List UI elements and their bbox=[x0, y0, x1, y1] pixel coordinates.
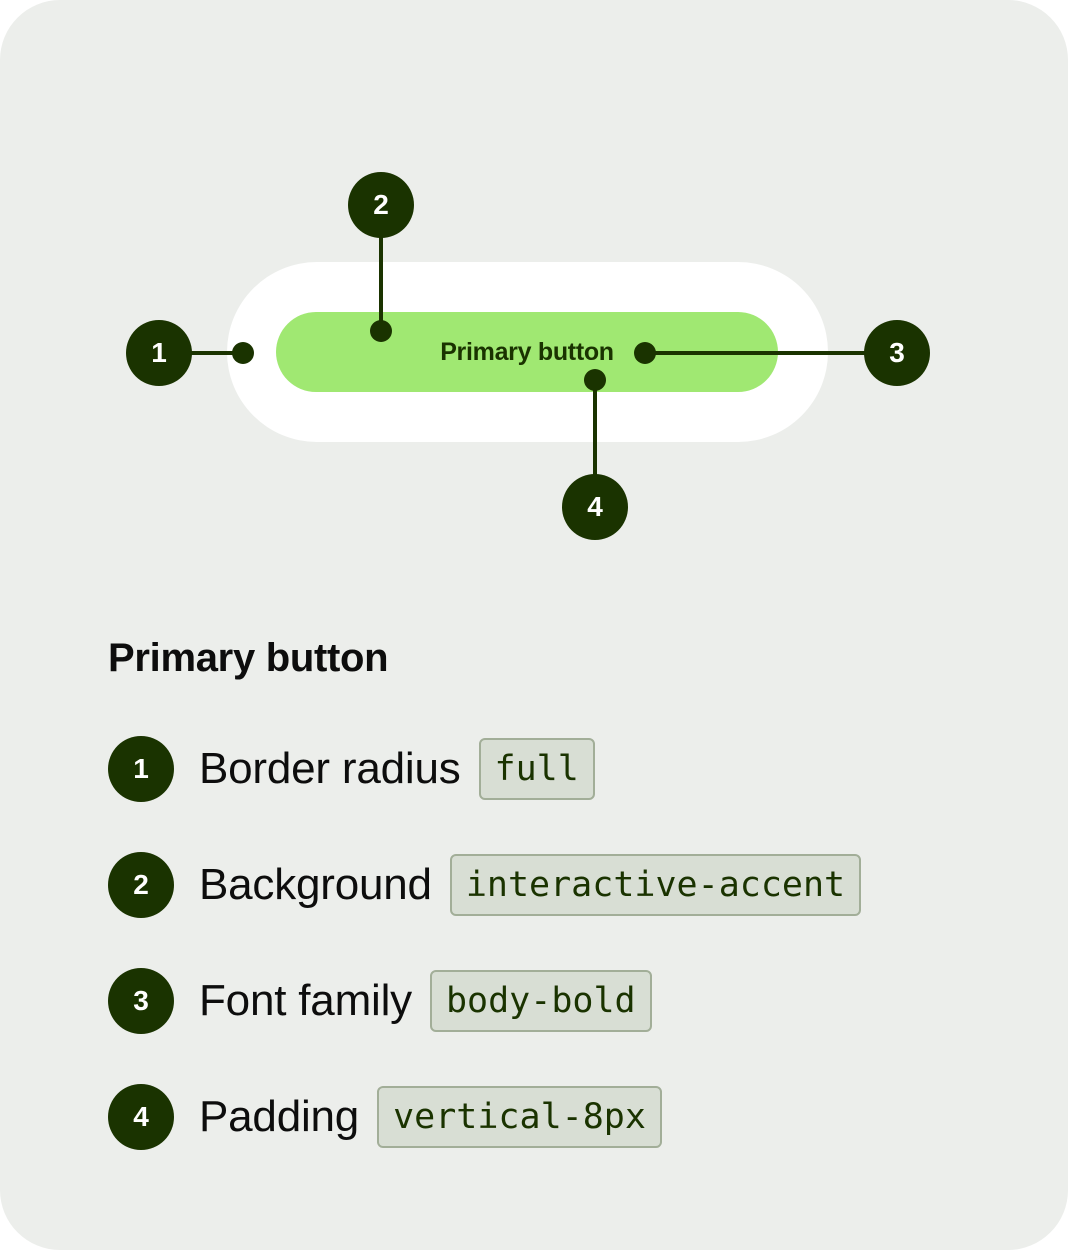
legend-item-label: Font family bbox=[199, 976, 412, 1025]
legend-number-badge: 4 bbox=[108, 1084, 174, 1150]
marker-number-3: 3 bbox=[889, 337, 905, 368]
token-chip: interactive-accent bbox=[449, 854, 862, 916]
spec-card bbox=[0, 0, 1068, 1250]
legend-item: 1 Border radius full bbox=[108, 736, 595, 802]
legend-number-badge: 3 bbox=[108, 968, 174, 1034]
legend-item: 2 Background interactive-accent bbox=[108, 852, 862, 918]
token-chip: vertical-8px bbox=[377, 1086, 662, 1148]
token-chip: body-bold bbox=[429, 970, 652, 1032]
primary-button-label: Primary button bbox=[276, 312, 778, 392]
marker-number-4: 4 bbox=[587, 491, 603, 522]
marker-number-1: 1 bbox=[151, 337, 167, 368]
legend-item-label: Border radius bbox=[199, 744, 461, 793]
primary-button-text: Primary button bbox=[440, 338, 614, 366]
legend-number-badge: 2 bbox=[108, 852, 174, 918]
legend-item: 3 Font family body-bold bbox=[108, 968, 652, 1034]
legend-number-badge: 1 bbox=[108, 736, 174, 802]
legend-item-label: Padding bbox=[199, 1092, 360, 1141]
legend-item-label: Background bbox=[199, 860, 432, 909]
marker-number-2: 2 bbox=[373, 189, 389, 220]
legend-title: Primary button bbox=[108, 636, 389, 680]
legend-item: 4 Padding vertical-8px bbox=[108, 1084, 662, 1150]
token-chip: full bbox=[478, 738, 595, 800]
